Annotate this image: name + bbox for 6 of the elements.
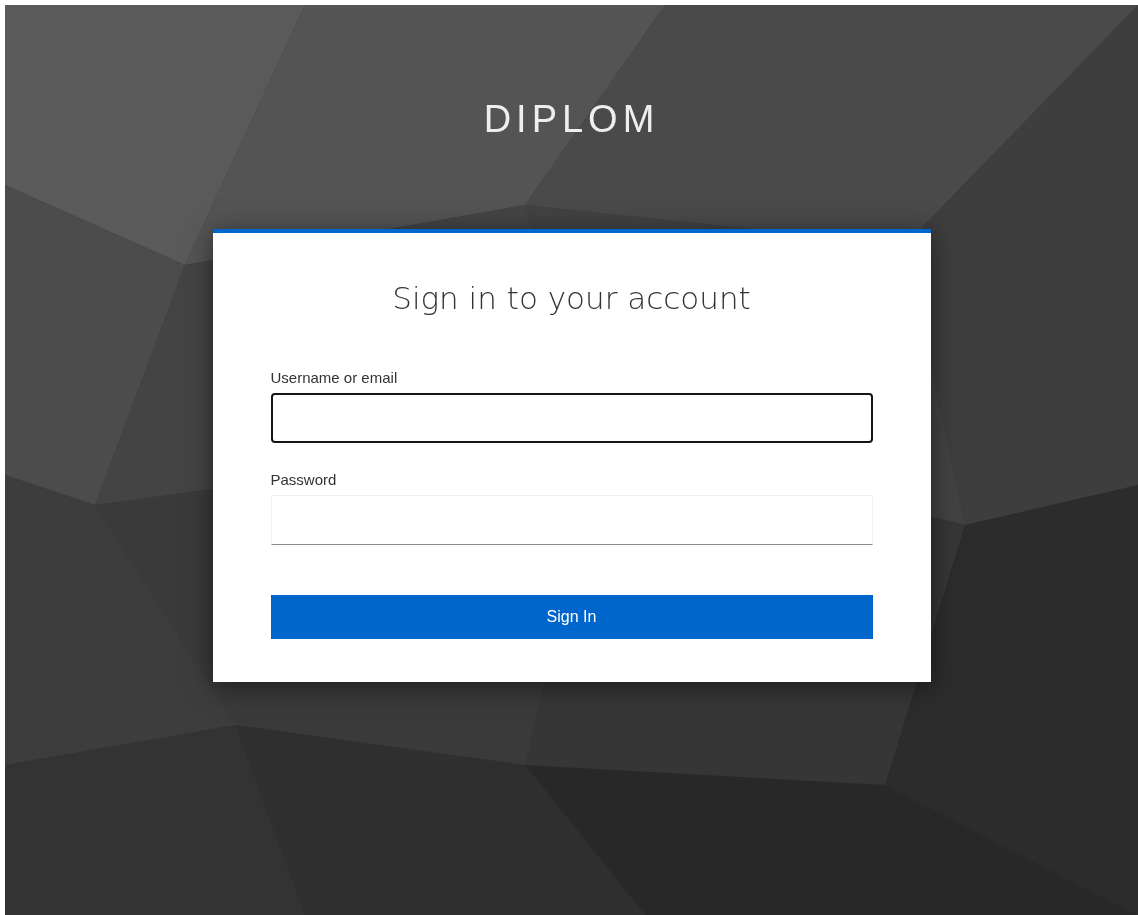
field-label: Password	[270, 471, 337, 489]
sign-in-button[interactable]: Sign In	[270, 595, 873, 639]
card-title: Sign in to your account	[391, 279, 752, 317]
input-field[interactable]	[270, 393, 873, 443]
field-label: Username or email	[270, 369, 398, 387]
brand-title: DIPLOM	[483, 97, 660, 141]
